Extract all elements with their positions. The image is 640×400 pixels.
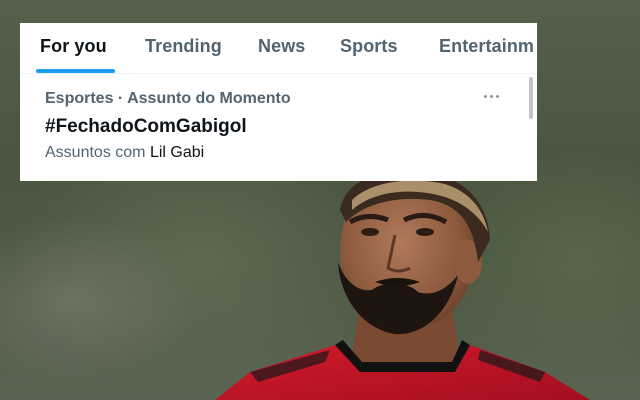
trend-hashtag[interactable]: #FechadoComGabigol (45, 116, 247, 138)
trend-category: Esportes · Assunto do Momento (45, 90, 291, 107)
trend-item[interactable]: Esportes · Assunto do Momento #FechadoCo… (20, 74, 537, 181)
trending-card: For you Trending News Sports Entertainm … (20, 23, 537, 181)
explore-tab-bar: For you Trending News Sports Entertainm (20, 23, 537, 74)
trend-related-topics: Assuntos com Lil Gabi (45, 144, 204, 162)
tab-sports[interactable]: Sports (340, 36, 398, 57)
tab-for-you[interactable]: For you (40, 36, 107, 57)
more-horizontal-icon[interactable] (480, 86, 504, 106)
tab-trending[interactable]: Trending (145, 36, 222, 57)
active-tab-indicator (36, 69, 115, 73)
tab-entertainment[interactable]: Entertainm (439, 36, 534, 57)
related-prefix: Assuntos com (45, 144, 146, 161)
tab-news[interactable]: News (258, 36, 305, 57)
scrollbar[interactable] (529, 77, 533, 119)
related-name: Lil Gabi (149, 144, 205, 161)
